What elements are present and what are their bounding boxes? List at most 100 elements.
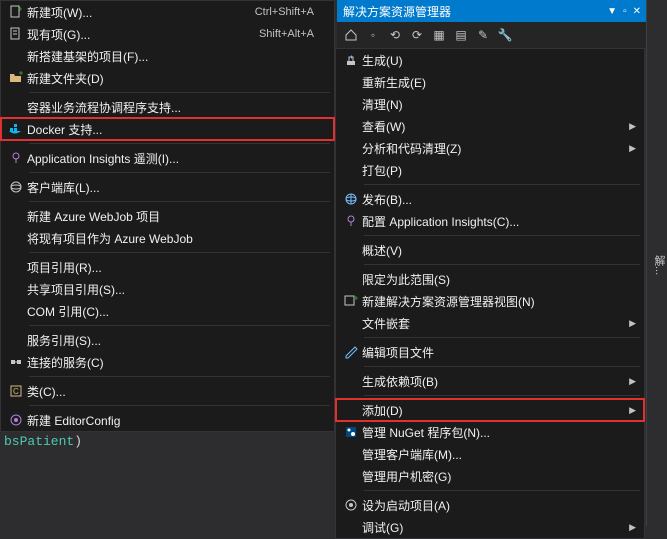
- dropdown-icon[interactable]: ▼: [607, 6, 617, 17]
- menu-item[interactable]: C 类(C)...: [1, 380, 334, 402]
- menu-item-label: COM 引用(C)...: [27, 303, 314, 320]
- menu-item[interactable]: 客户端库(L)...: [1, 176, 334, 198]
- menu-item[interactable]: 限定为此范围(S): [336, 268, 644, 290]
- submenu-arrow-icon: ▶: [624, 405, 636, 416]
- menu-item[interactable]: 现有项(G)... Shift+Alt+A: [1, 23, 334, 45]
- menu-item[interactable]: Application Insights 遥测(I)...: [1, 147, 334, 169]
- menu-item[interactable]: 新建 EditorConfig: [1, 409, 334, 431]
- menu-item[interactable]: 发布(B)...: [336, 188, 644, 210]
- menu-item-label: 重新生成(E): [362, 74, 624, 91]
- menu-item[interactable]: 将现有项目作为 Azure WebJob: [1, 227, 334, 249]
- menu-item[interactable]: 查看(W)▶: [336, 115, 644, 137]
- menu-item-label: 连接的服务(C): [27, 354, 314, 371]
- toolbar-icon[interactable]: ✎: [475, 27, 491, 43]
- menu-separator: [364, 490, 640, 491]
- menu-separator: [364, 184, 640, 185]
- menu-item[interactable]: 编辑项目文件: [336, 341, 644, 363]
- insights-icon: [5, 150, 27, 166]
- startup-icon: [340, 497, 362, 513]
- existing-item-icon: [5, 26, 27, 42]
- menu-separator: [29, 92, 330, 93]
- menu-item[interactable]: 连接的服务(C): [1, 351, 334, 373]
- menu-item-label: 新建项(W)...: [27, 4, 247, 21]
- menu-item[interactable]: 新建 Azure WebJob 项目: [1, 205, 334, 227]
- toolbar-icon[interactable]: ▤: [453, 27, 469, 43]
- menu-item[interactable]: 容器业务流程协调程序支持...: [1, 96, 334, 118]
- nuget-icon: [340, 424, 362, 440]
- menu-item[interactable]: 服务引用(S)...: [1, 329, 334, 351]
- menu-item[interactable]: 添加(D)▶: [336, 399, 644, 421]
- back-icon[interactable]: ◦: [365, 27, 381, 43]
- menu-item[interactable]: 项目引用(R)...: [1, 256, 334, 278]
- menu-item-label: 添加(D): [362, 402, 624, 419]
- menu-separator: [364, 264, 640, 265]
- connected-icon: [5, 354, 27, 370]
- refresh-icon[interactable]: ⟳: [409, 27, 425, 43]
- menu-item-label: 清理(N): [362, 96, 624, 113]
- menu-item[interactable]: 生成依赖项(B)▶: [336, 370, 644, 392]
- menu-item-label: 新建解决方案资源管理器视图(N): [362, 293, 624, 310]
- menu-item[interactable]: 概述(V): [336, 239, 644, 261]
- menu-item[interactable]: 共享项目引用(S)...: [1, 278, 334, 300]
- menu-item[interactable]: 管理用户机密(G): [336, 465, 644, 487]
- menu-shortcut: Shift+Alt+A: [259, 28, 314, 40]
- close-icon[interactable]: ✕: [633, 6, 641, 17]
- submenu-arrow-icon: ▶: [624, 143, 636, 154]
- menu-item-label: 查看(W): [362, 118, 624, 135]
- menu-item[interactable]: 设为启动项目(A): [336, 494, 644, 516]
- home-icon[interactable]: [343, 27, 359, 43]
- menu-item-label: 服务引用(S)...: [27, 332, 314, 349]
- editor-code-line: bsPatient): [0, 432, 86, 451]
- svg-text:C: C: [13, 387, 19, 396]
- menu-item-label: 将现有项目作为 Azure WebJob: [27, 230, 314, 247]
- class-icon: C: [5, 383, 27, 399]
- menu-item[interactable]: 新搭建基架的项目(F)...: [1, 45, 334, 67]
- menu-item[interactable]: 打包(P): [336, 159, 644, 181]
- build-icon: [340, 52, 362, 68]
- menu-item[interactable]: 重新生成(E): [336, 71, 644, 93]
- project-context-menu: 生成(U)重新生成(E)清理(N)查看(W)▶分析和代码清理(Z)▶打包(P)发…: [335, 48, 645, 539]
- menu-item[interactable]: 文件嵌套▶: [336, 312, 644, 334]
- menu-separator: [364, 337, 640, 338]
- menu-item[interactable]: 管理 NuGet 程序包(N)...: [336, 421, 644, 443]
- menu-item[interactable]: 新建文件夹(D): [1, 67, 334, 89]
- wrench-icon[interactable]: 🔧: [497, 27, 513, 43]
- menu-item-label: 类(C)...: [27, 383, 314, 400]
- menu-item-label: 新建 EditorConfig: [27, 412, 314, 429]
- pin-icon[interactable]: ▫: [623, 6, 627, 17]
- menu-item[interactable]: 清理(N): [336, 93, 644, 115]
- submenu-arrow-icon: ▶: [624, 376, 636, 387]
- edit-icon: [340, 344, 362, 360]
- menu-item[interactable]: 新建解决方案资源管理器视图(N): [336, 290, 644, 312]
- menu-item-label: 项目引用(R)...: [27, 259, 314, 276]
- menu-item[interactable]: COM 引用(C)...: [1, 300, 334, 322]
- menu-item-label: 生成(U): [362, 52, 624, 69]
- menu-item-label: 概述(V): [362, 242, 624, 259]
- menu-item-label: Docker 支持...: [27, 121, 314, 138]
- menu-item-label: 新搭建基架的项目(F)...: [27, 48, 314, 65]
- menu-item[interactable]: 配置 Application Insights(C)...: [336, 210, 644, 232]
- menu-separator: [29, 376, 330, 377]
- menu-item[interactable]: 管理客户端库(M)...: [336, 443, 644, 465]
- new-view-icon: [340, 293, 362, 309]
- menu-item[interactable]: Docker 支持...: [1, 118, 334, 140]
- menu-item[interactable]: 新建项(W)...Ctrl+Shift+A: [1, 1, 334, 23]
- menu-separator: [29, 172, 330, 173]
- menu-item[interactable]: 调试(G)▶: [336, 516, 644, 538]
- menu-separator: [29, 143, 330, 144]
- sync-icon[interactable]: ⟲: [387, 27, 403, 43]
- menu-item[interactable]: 分析和代码清理(Z)▶: [336, 137, 644, 159]
- menu-item-label: 分析和代码清理(Z): [362, 140, 624, 157]
- menu-item-label: Application Insights 遥测(I)...: [27, 150, 314, 167]
- solution-explorer-header: 解决方案资源管理器 ▼ ▫ ✕: [337, 0, 647, 22]
- menu-item-label: 调试(G): [362, 519, 624, 536]
- submenu-arrow-icon: ▶: [624, 121, 636, 132]
- docker-icon: [5, 121, 27, 137]
- right-sidebar-tab[interactable]: 解...: [646, 0, 667, 526]
- menu-item[interactable]: 生成(U): [336, 49, 644, 71]
- menu-item-label: 现有项(G)...: [27, 26, 251, 43]
- toolbar-icon[interactable]: ▦: [431, 27, 447, 43]
- solution-explorer-toolbar: ◦ ⟲ ⟳ ▦ ▤ ✎ 🔧: [337, 22, 647, 48]
- menu-separator: [29, 201, 330, 202]
- menu-item-label: 管理 NuGet 程序包(N)...: [362, 424, 624, 441]
